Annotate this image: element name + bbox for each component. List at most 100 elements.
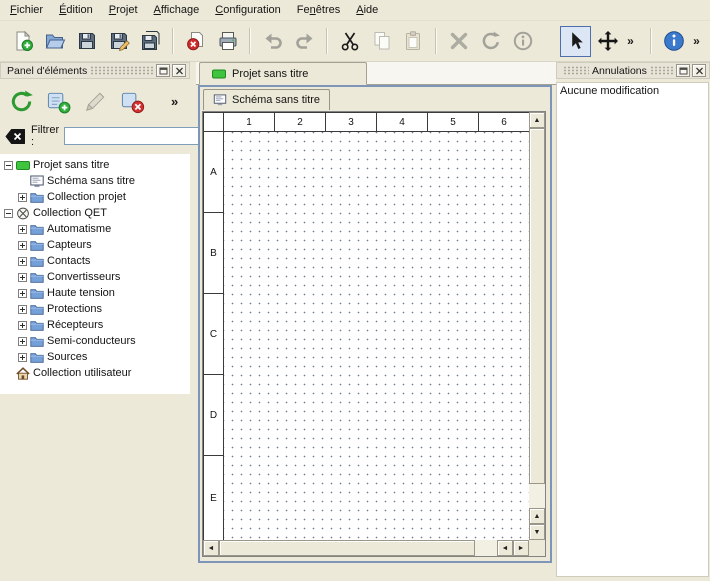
undo-history-item: Aucune modification <box>560 85 705 97</box>
expand-icon[interactable] <box>18 305 27 314</box>
reload-collections-button[interactable] <box>5 85 37 117</box>
tree-item-label: Projet sans titre <box>33 159 109 171</box>
tree-item-collection-utilisateur[interactable]: Collection utilisateur <box>0 365 190 381</box>
menu-affichage[interactable]: Affichage <box>146 1 208 19</box>
expand-icon[interactable] <box>18 257 27 266</box>
menu-fenetres[interactable]: Fenêtres <box>289 1 348 19</box>
clear-filter-button[interactable] <box>5 128 26 145</box>
select-pointer-button[interactable] <box>560 26 591 57</box>
redo-button[interactable] <box>289 26 320 57</box>
paste-button[interactable] <box>398 26 429 57</box>
new-file-button[interactable] <box>7 26 38 57</box>
tree-item-convertisseurs[interactable]: Convertisseurs <box>0 269 190 285</box>
horizontal-scrollbar[interactable]: ◄ ◄► <box>203 540 529 556</box>
scroll-up-button[interactable]: ▲ <box>529 508 545 524</box>
scroll-up-button[interactable]: ▲ <box>529 112 545 128</box>
elements-panel-titlebar-buttons <box>156 64 186 77</box>
diagram-sheet[interactable]: 123456 ABCDE <box>203 112 529 540</box>
conductor-info-button[interactable] <box>507 26 538 57</box>
undo-panel-float-button[interactable] <box>676 64 690 77</box>
scroll-left-button[interactable]: ◄ <box>203 540 219 556</box>
tree-item-schema-sans-titre[interactable]: Schéma sans titre <box>0 173 190 189</box>
menu-edition[interactable]: Édition <box>51 1 101 19</box>
toolbar-overflow-button[interactable]: » <box>624 26 637 57</box>
undo-history-list[interactable]: Aucune modification <box>556 82 709 577</box>
menu-configuration[interactable]: Configuration <box>207 1 289 19</box>
new-element-button[interactable] <box>42 85 74 117</box>
tree-item-semi-conducteurs[interactable]: Semi-conducteurs <box>0 333 190 349</box>
undo-panel-close-button[interactable] <box>692 64 706 77</box>
project-tab-label: Projet sans titre <box>232 68 308 80</box>
open-file-button[interactable] <box>39 26 70 57</box>
menu-aide[interactable]: Aide <box>348 1 386 19</box>
tree-item-label: Collection QET <box>33 207 107 219</box>
tab-schema-sans-titre[interactable]: Schéma sans titre <box>203 89 330 110</box>
expand-icon[interactable] <box>18 241 27 250</box>
tree-item-protections[interactable]: Protections <box>0 301 190 317</box>
row-label-E: E <box>204 456 224 540</box>
tree-item-projet-sans-titre[interactable]: Projet sans titre <box>0 157 190 173</box>
tree-item-recepteurs[interactable]: Récepteurs <box>0 317 190 333</box>
scroll-down-button[interactable]: ▼ <box>529 524 545 540</box>
move-view-icon <box>597 30 619 52</box>
cut-button[interactable] <box>334 26 365 57</box>
elements-panel-titlebar[interactable]: Panel d'éléments <box>0 62 190 79</box>
expand-icon[interactable] <box>18 273 27 282</box>
tree-item-label: Semi-conducteurs <box>47 335 136 347</box>
toolbar-overflow-button[interactable]: » <box>690 26 703 57</box>
elements-panel-close-button[interactable] <box>172 64 186 77</box>
edit-element-button[interactable] <box>79 85 111 117</box>
tree-item-collection-qet[interactable]: Collection QET <box>0 205 190 221</box>
hscroll-thumb[interactable] <box>219 540 475 556</box>
toolbar-group: » <box>558 26 639 57</box>
folder-icon <box>30 223 44 236</box>
project-subwindow: Schéma sans titre 123456 ABCDE ▲ ▲▼ ◄ <box>198 85 552 563</box>
rotate-button[interactable] <box>475 26 506 57</box>
save-all-button[interactable] <box>135 26 166 57</box>
expand-icon[interactable] <box>18 289 27 298</box>
delete-element-button[interactable] <box>116 85 148 117</box>
tree-item-haute-tension[interactable]: Haute tension <box>0 285 190 301</box>
tree-item-capteurs[interactable]: Capteurs <box>0 237 190 253</box>
filter-input[interactable] <box>64 127 212 145</box>
expand-icon[interactable] <box>18 225 27 234</box>
diagram-canvas[interactable] <box>224 132 529 540</box>
undo-panel-titlebar[interactable]: Annulations <box>556 62 710 79</box>
delete-button[interactable] <box>443 26 474 57</box>
undo-button[interactable] <box>257 26 288 57</box>
reload-collections-icon <box>9 89 34 114</box>
expand-icon[interactable] <box>18 337 27 346</box>
expand-icon[interactable] <box>18 353 27 362</box>
close-file-button[interactable] <box>180 26 211 57</box>
collapse-icon[interactable] <box>4 161 13 170</box>
scroll-right-button[interactable]: ► <box>513 540 529 556</box>
project-icon <box>16 159 30 172</box>
save-as-button[interactable] <box>103 26 134 57</box>
toolbar-overflow-button[interactable]: » <box>165 86 181 116</box>
vscroll-thumb[interactable] <box>529 128 545 484</box>
tree-item-automatisme[interactable]: Automatisme <box>0 221 190 237</box>
tree-item-collection-projet[interactable]: Collection projet <box>0 189 190 205</box>
dock-grip <box>650 66 673 75</box>
toggle-spacer <box>18 177 27 186</box>
print-button[interactable] <box>212 26 243 57</box>
menu-fichier[interactable]: Fichier <box>2 1 51 19</box>
collapse-icon[interactable] <box>4 209 13 218</box>
move-view-button[interactable] <box>592 26 623 57</box>
tab-projet-sans-titre[interactable]: Projet sans titre <box>199 62 367 85</box>
save-button[interactable] <box>71 26 102 57</box>
tree-item-label: Contacts <box>47 255 90 267</box>
about-qet-button[interactable] <box>658 26 689 57</box>
scroll-left-button[interactable]: ◄ <box>497 540 513 556</box>
tree-item-contacts[interactable]: Contacts <box>0 253 190 269</box>
column-label-2: 2 <box>275 113 326 132</box>
expand-icon[interactable] <box>18 193 27 202</box>
filter-row: Filtrer : <box>0 124 190 148</box>
expand-icon[interactable] <box>18 321 27 330</box>
elements-panel-float-button[interactable] <box>156 64 170 77</box>
copy-button[interactable] <box>366 26 397 57</box>
diagram-icon <box>30 175 44 188</box>
tree-item-sources[interactable]: Sources <box>0 349 190 365</box>
menu-projet[interactable]: Projet <box>101 1 146 19</box>
vertical-scrollbar[interactable]: ▲ ▲▼ <box>529 112 545 540</box>
